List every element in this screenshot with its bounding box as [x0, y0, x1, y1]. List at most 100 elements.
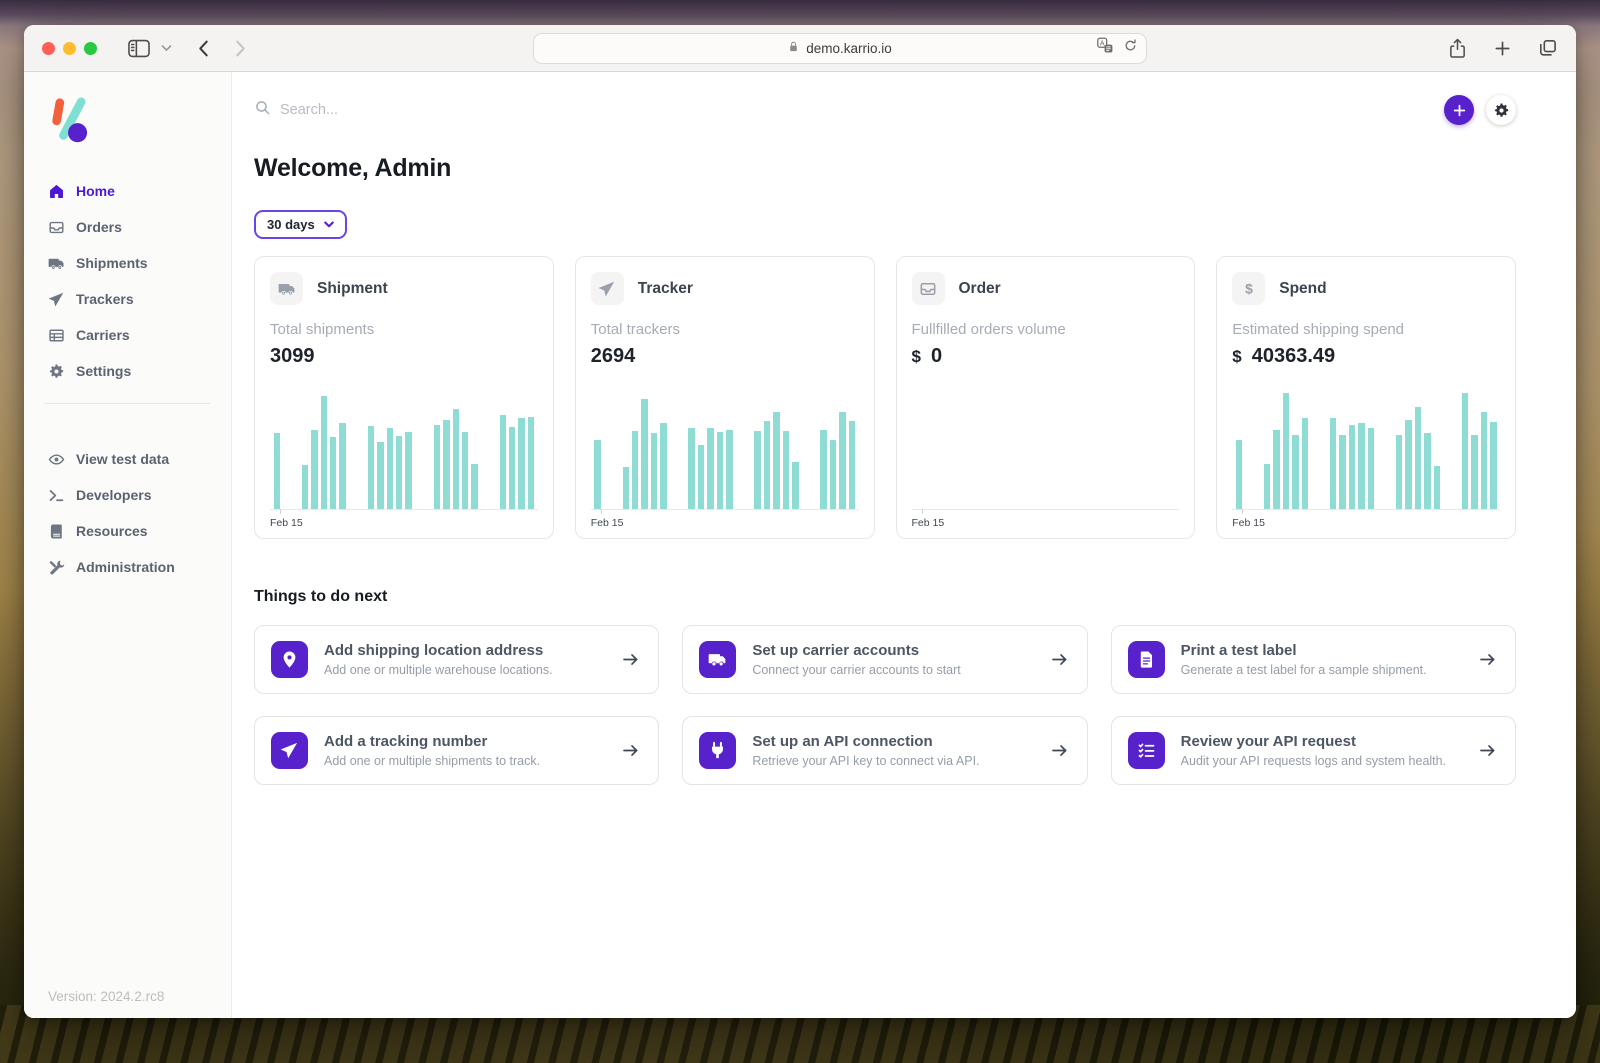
forward-icon[interactable] — [235, 39, 246, 58]
chart-bar — [1368, 428, 1374, 509]
todo-card-add-tracking-number[interactable]: Add a tracking numberAdd one or multiple… — [254, 716, 659, 785]
checklist-icon — [1128, 732, 1165, 769]
version-label: Version: 2024.2.rc8 — [24, 989, 231, 1004]
browser-titlebar: demo.karrio.io A — [24, 25, 1576, 72]
sidebar-item-home[interactable]: Home — [24, 173, 231, 209]
chart-bar — [462, 432, 468, 509]
sidebar-item-label: Home — [76, 183, 115, 199]
chart-bar — [1264, 464, 1270, 509]
chart-bar — [405, 432, 411, 509]
todo-card-print-test-label[interactable]: Print a test labelGenerate a test label … — [1111, 625, 1516, 694]
chart-bar — [1302, 418, 1308, 509]
sidebar-item-orders[interactable]: Orders — [24, 209, 231, 245]
chart-bar — [377, 442, 383, 509]
chart-bar — [1339, 435, 1345, 509]
back-icon[interactable] — [198, 39, 209, 58]
todo-card-description: Retrieve your API key to connect via API… — [752, 754, 979, 768]
sidebar-item-administration[interactable]: Administration — [24, 549, 231, 585]
chart-bar — [764, 421, 770, 509]
todo-card-description: Audit your API requests logs and system … — [1181, 754, 1446, 768]
chart-bar — [1236, 440, 1242, 509]
translate-icon[interactable]: A — [1096, 37, 1114, 59]
minimize-window-button[interactable] — [63, 42, 76, 55]
svg-text:$: $ — [1245, 280, 1253, 296]
close-window-button[interactable] — [42, 42, 55, 55]
eye-icon — [48, 451, 65, 468]
sidebar-item-label: Administration — [76, 559, 175, 575]
chart-bar — [754, 431, 760, 509]
browser-window: demo.karrio.io A — [24, 25, 1576, 1018]
new-tab-icon[interactable] — [1493, 39, 1512, 58]
sidebar-divider — [44, 403, 211, 404]
sidebar-toggle-icon[interactable] — [127, 39, 151, 58]
address-bar[interactable]: demo.karrio.io A — [533, 33, 1147, 64]
mini-bar-chart — [912, 383, 1180, 510]
reload-icon[interactable] — [1123, 38, 1138, 58]
search-input[interactable] — [280, 102, 700, 118]
chart-bar — [1405, 420, 1411, 509]
todo-card-title: Set up an API connection — [752, 733, 979, 750]
sidebar-item-label: Settings — [76, 363, 131, 379]
sidebar-item-view-test-data[interactable]: View test data — [24, 441, 231, 477]
chart-bar — [594, 440, 600, 509]
chart-x-label: Feb 15 — [270, 517, 538, 529]
sidebar-chevron-down-icon[interactable] — [161, 44, 172, 52]
chevron-down-icon — [324, 221, 334, 228]
settings-button[interactable] — [1486, 95, 1516, 125]
lock-icon[interactable] — [788, 40, 799, 56]
home-icon — [48, 183, 65, 200]
sidebar-item-resources[interactable]: Resources — [24, 513, 231, 549]
sidebar-item-label: Developers — [76, 487, 151, 503]
stat-card-value: 2694 — [591, 345, 859, 368]
arrow-right-icon — [621, 650, 640, 669]
stat-card-subtitle: Estimated shipping spend — [1232, 321, 1500, 338]
stat-card-title: Tracker — [638, 280, 693, 298]
chart-bar — [641, 399, 647, 509]
chart-bar — [1415, 407, 1421, 509]
sidebar-item-carriers[interactable]: Carriers — [24, 317, 231, 353]
truck-icon — [270, 272, 303, 305]
chart-bar — [1490, 422, 1496, 509]
url-text: demo.karrio.io — [806, 41, 892, 56]
chart-bar — [518, 418, 524, 509]
chart-bar — [849, 421, 855, 509]
todo-card-setup-carrier-accounts[interactable]: Set up carrier accountsConnect your carr… — [682, 625, 1087, 694]
stat-card-value: $0 — [912, 345, 1180, 368]
page-title: Welcome, Admin — [254, 154, 1516, 183]
sidebar-item-settings[interactable]: Settings — [24, 353, 231, 389]
chart-bar — [1396, 435, 1402, 509]
gear-icon — [48, 363, 65, 380]
karrio-logo — [48, 96, 231, 149]
chart-x-label: Feb 15 — [591, 517, 859, 529]
sidebar-item-developers[interactable]: Developers — [24, 477, 231, 513]
chart-bar — [688, 428, 694, 509]
sidebar-item-label: Trackers — [76, 291, 134, 307]
tab-overview-icon[interactable] — [1538, 38, 1558, 58]
chart-bar — [443, 420, 449, 509]
period-filter-dropdown[interactable]: 30 days — [254, 210, 347, 239]
tools-icon — [48, 559, 65, 576]
create-button[interactable] — [1444, 95, 1474, 125]
chart-bar — [509, 427, 515, 509]
sidebar-item-trackers[interactable]: Trackers — [24, 281, 231, 317]
truck-icon — [48, 255, 65, 272]
stat-card-shipment: ShipmentTotal shipments3099Feb 15 — [254, 256, 554, 539]
chart-bar — [274, 433, 280, 509]
todo-card-setup-api-connection[interactable]: Set up an API connection Retrieve your AP… — [682, 716, 1087, 785]
todo-card-review-api-request[interactable]: Review your API requestAudit your API re… — [1111, 716, 1516, 785]
sidebar: Home OrdersShipments Trackers Carriers Setti… — [24, 72, 232, 1018]
sidebar-item-shipments[interactable]: Shipments — [24, 245, 231, 281]
zoom-window-button[interactable] — [84, 42, 97, 55]
stat-card-order: OrderFullfilled orders volume$0Feb 15 — [896, 256, 1196, 539]
todo-card-title: Print a test label — [1181, 642, 1427, 659]
chart-bar — [1462, 393, 1468, 509]
chart-bar — [1424, 433, 1430, 509]
chart-bar — [707, 428, 713, 509]
todo-card-add-shipping-location[interactable]: Add shipping location addressAdd one or … — [254, 625, 659, 694]
share-icon[interactable] — [1448, 38, 1467, 59]
todo-card-description: Add one or multiple warehouse locations. — [324, 663, 553, 677]
todo-card-title: Set up carrier accounts — [752, 642, 960, 659]
stat-card-tracker: TrackerTotal trackers2694Feb 15 — [575, 256, 875, 539]
chart-bar — [1471, 435, 1477, 509]
chart-bar — [387, 428, 393, 509]
